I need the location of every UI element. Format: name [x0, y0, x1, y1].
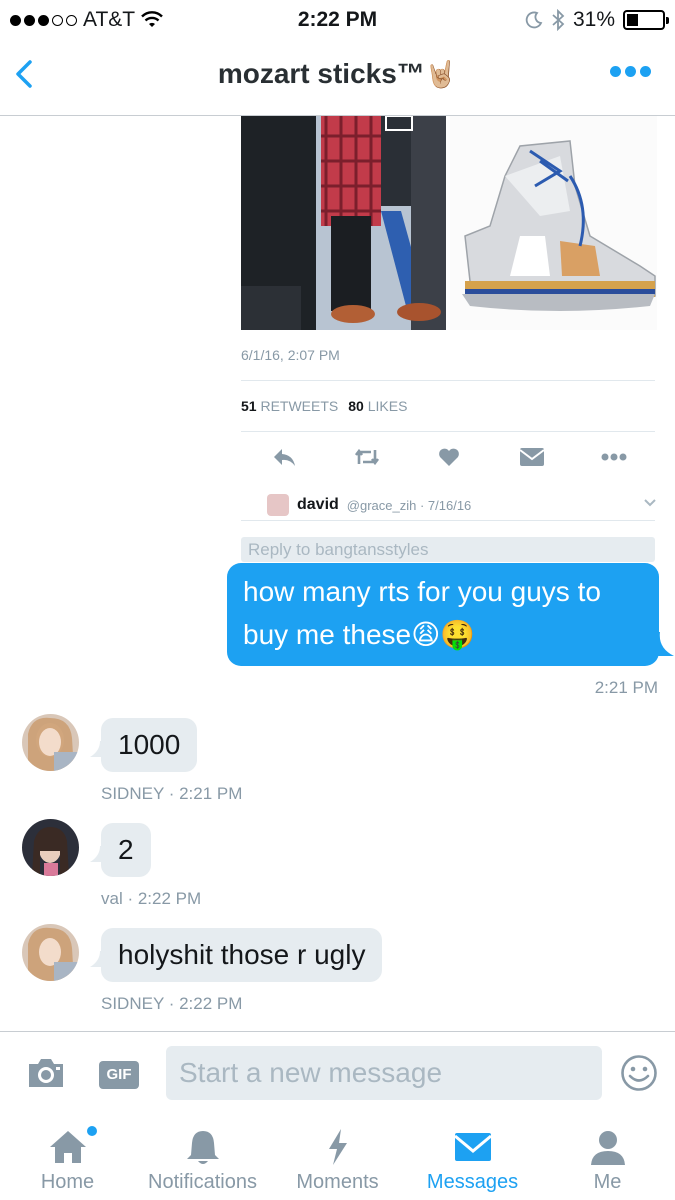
moon-icon — [525, 11, 543, 29]
shared-tweet-card[interactable]: 6/1/16, 2:07 PM 51 RETWEETS 80 LIKES dav… — [241, 116, 657, 562]
tab-label: Home — [40, 1171, 95, 1193]
tweet-reply-preview[interactable]: david @grace_zih · 7/16/16 — [267, 494, 657, 516]
outgoing-message-bubble[interactable]: how many rts for you guys to buy me thes… — [227, 563, 659, 666]
retweets-label: RETWEETS — [260, 398, 339, 414]
retweet-icon[interactable] — [352, 442, 382, 472]
conversation-name: mozart sticks™ — [217, 58, 425, 89]
tweet-reply-input[interactable]: Reply to bangtansstyles — [241, 537, 655, 562]
likes-label: LIKES — [367, 398, 408, 414]
retweets-count: 51 — [241, 398, 257, 414]
avatar — [267, 494, 289, 516]
message-meta: SIDNEY · 2:21 PM — [101, 784, 243, 803]
tweet-date: 6/1/16, 2:07 PM — [241, 347, 340, 363]
bell-icon — [186, 1131, 219, 1164]
conversation-header: mozart sticks™🤘🏼 — [0, 40, 675, 116]
home-icon — [49, 1131, 86, 1163]
tab-notifications[interactable]: Notifications — [135, 1115, 270, 1200]
tab-bar: Home Notifications Moments Messages Me — [0, 1115, 675, 1200]
message-timestamp: 2:21 PM — [594, 678, 658, 697]
tweet-stats: 51 RETWEETS 80 LIKES — [241, 398, 407, 414]
status-right: 31% — [525, 8, 669, 32]
tab-label: Notifications — [148, 1171, 257, 1193]
tab-label: Me — [593, 1171, 622, 1193]
message-input[interactable] — [166, 1046, 602, 1100]
battery-fill — [627, 14, 638, 26]
divider — [241, 380, 655, 381]
more-dots-icon[interactable] — [610, 66, 651, 77]
chevron-down-icon[interactable] — [643, 498, 657, 508]
notification-dot — [87, 1126, 97, 1136]
envelope-icon — [453, 1133, 492, 1161]
bubble-tail — [90, 741, 106, 757]
tab-moments[interactable]: Moments — [270, 1115, 405, 1200]
battery-icon — [623, 10, 669, 30]
tab-messages[interactable]: Messages — [405, 1115, 540, 1200]
avatar[interactable] — [22, 819, 79, 876]
incoming-message-bubble[interactable]: holyshit those r ugly — [101, 928, 383, 982]
lightning-icon — [328, 1129, 347, 1165]
message-meta: SIDNEY · 2:22 PM — [101, 994, 243, 1013]
battery-percent: 31% — [572, 8, 615, 31]
reply-author: david — [297, 496, 339, 513]
like-icon[interactable] — [434, 442, 464, 472]
message-meta: val · 2:22 PM — [101, 889, 202, 908]
tab-me[interactable]: Me — [540, 1115, 675, 1200]
avatar[interactable] — [22, 924, 79, 981]
emoji-icon[interactable] — [620, 1054, 658, 1092]
incoming-message-bubble[interactable]: 1000 — [101, 718, 198, 772]
compose-bar: GIF — [0, 1031, 675, 1115]
tab-home[interactable]: Home — [0, 1115, 135, 1200]
tab-label: Messages — [426, 1171, 519, 1193]
tab-label: Moments — [296, 1171, 379, 1193]
tweet-photo-outfit[interactable] — [241, 116, 446, 330]
bluetooth-icon — [552, 9, 565, 31]
status-bar: AT&T 2:22 PM 31% — [0, 0, 675, 40]
dm-icon[interactable] — [517, 442, 547, 472]
bubble-tail — [650, 632, 674, 656]
bubble-tail — [90, 951, 106, 967]
more-icon[interactable] — [599, 442, 629, 472]
bubble-tail — [90, 846, 106, 862]
divider — [241, 520, 655, 521]
incoming-message-bubble[interactable]: 2 — [101, 823, 151, 877]
shoe-photo-graphic — [450, 116, 657, 330]
avatar[interactable] — [22, 714, 79, 771]
conversation-title[interactable]: mozart sticks™🤘🏼 — [0, 58, 675, 90]
camera-icon[interactable] — [26, 1056, 66, 1090]
likes-count: 80 — [348, 398, 364, 414]
gif-button[interactable]: GIF — [99, 1061, 139, 1089]
reply-icon[interactable] — [269, 442, 299, 472]
title-emoji: 🤘🏼 — [424, 59, 458, 89]
person-icon — [590, 1131, 625, 1165]
likes-stat[interactable]: 80 LIKES — [348, 398, 407, 414]
divider — [241, 431, 655, 432]
tweet-photo-shoe[interactable] — [450, 116, 657, 330]
tweet-actions — [269, 442, 629, 472]
reply-handle-date: @grace_zih · 7/16/16 — [346, 497, 472, 513]
outfit-photo-graphic — [241, 116, 446, 330]
retweets-stat[interactable]: 51 RETWEETS — [241, 398, 338, 414]
